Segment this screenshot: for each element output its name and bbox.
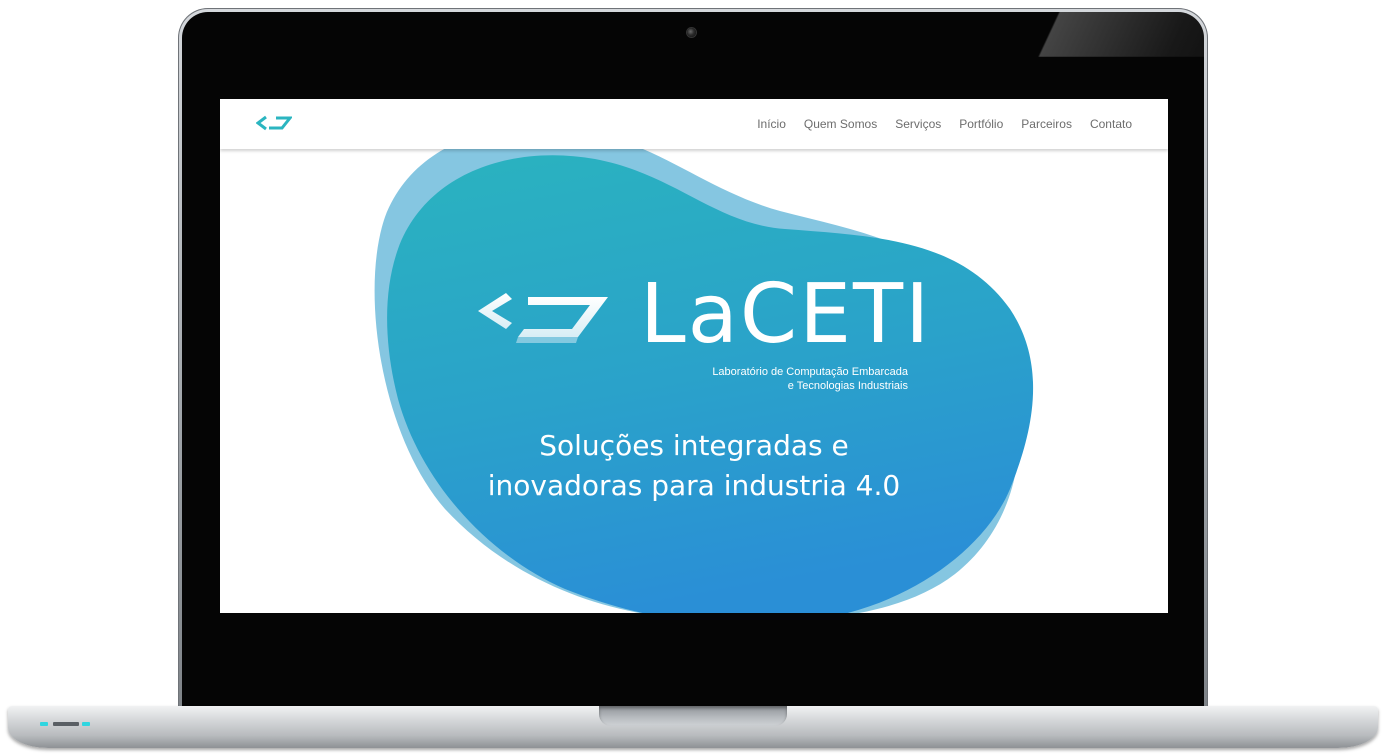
code-brackets-logo-icon — [478, 293, 608, 343]
lid-opening-notch — [599, 706, 787, 726]
nav-link-parceiros[interactable]: Parceiros — [1021, 117, 1072, 131]
brand-subtitle-line-1: Laboratório de Computação Embarcada — [712, 366, 908, 378]
nav-link-contato[interactable]: Contato — [1090, 117, 1132, 131]
nav-link-inicio[interactable]: Início — [757, 117, 786, 131]
brand-subtitle-line-2: e Tecnologias Industriais — [787, 380, 908, 392]
brand-logo: LaCETI Laboratório de Computação Embarca… — [478, 274, 929, 403]
status-led-left — [40, 722, 48, 726]
hero-headline-line-1: Soluções integradas e — [539, 429, 849, 462]
brand-name: LaCETI — [640, 267, 932, 362]
hero-headline: Soluções integradas e inovadoras para in… — [434, 426, 954, 506]
status-led-middle — [53, 722, 79, 726]
top-navigation-bar: Início Quem Somos Serviços Portfólio Par… — [220, 99, 1168, 149]
nav-link-portfolio[interactable]: Portfólio — [959, 117, 1003, 131]
laptop-mockup: Início Quem Somos Serviços Portfólio Par… — [0, 0, 1386, 756]
nav-link-servicos[interactable]: Serviços — [895, 117, 941, 131]
code-brackets-icon[interactable] — [256, 113, 292, 133]
laptop-base — [8, 706, 1378, 748]
website-viewport: Início Quem Somos Serviços Portfólio Par… — [220, 99, 1168, 613]
nav-link-quem-somos[interactable]: Quem Somos — [804, 117, 877, 131]
status-leds — [40, 722, 100, 726]
webcam-icon — [687, 28, 696, 37]
hero-headline-line-2: inovadoras para industria 4.0 — [487, 469, 901, 502]
status-led-right — [82, 722, 90, 726]
nav-menu: Início Quem Somos Serviços Portfólio Par… — [757, 99, 1132, 149]
